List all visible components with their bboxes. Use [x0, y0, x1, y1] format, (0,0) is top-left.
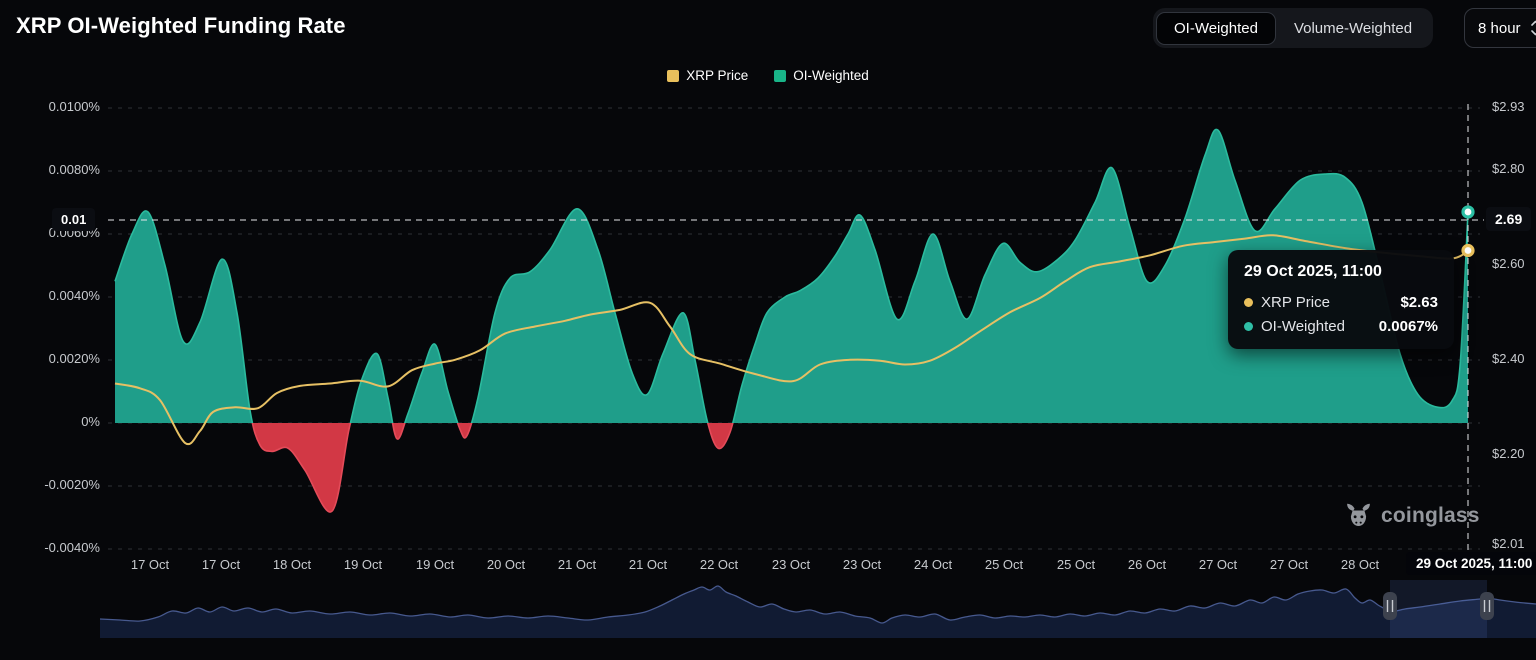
funding-axis-tick: 0%	[0, 414, 100, 429]
funding-axis-tick: 0.0020%	[0, 351, 100, 366]
tooltip-value: $2.63	[1400, 294, 1438, 311]
funding-axis-tick: -0.0040%	[0, 540, 100, 555]
funding-axis-tick: -0.0020%	[0, 477, 100, 492]
funding-rate-page: XRP OI-Weighted Funding Rate OI-Weighted…	[0, 0, 1536, 660]
coinglass-bull-icon	[1345, 502, 1372, 529]
coinglass-watermark: coinglass	[1345, 502, 1480, 529]
coinglass-watermark-text: coinglass	[1381, 504, 1480, 528]
crosshair-funding-badge: 0.01	[52, 208, 95, 231]
oi-weighted-marker	[1463, 207, 1473, 217]
price-axis-tick: $2.20	[1492, 446, 1525, 461]
tooltip-timestamp: 29 Oct 2025, 11:00	[1244, 263, 1438, 281]
navigator-handle-right[interactable]	[1480, 592, 1494, 620]
navigator-selection[interactable]	[1390, 580, 1487, 638]
tooltip-label: XRP Price	[1261, 294, 1330, 311]
price-axis-tick: $2.40	[1492, 351, 1525, 366]
xrp-price-dot	[1244, 298, 1253, 307]
crosshair-time-badge: 29 Oct 2025, 11:00	[1406, 552, 1536, 575]
price-axis-tick: $2.80	[1492, 161, 1525, 176]
tooltip-row-xrp-price: XRP Price $2.63	[1244, 294, 1438, 311]
tooltip-label: OI-Weighted	[1261, 318, 1345, 335]
funding-axis-tick: 0.0100%	[0, 99, 100, 114]
crosshair-price-badge: 2.69	[1486, 207, 1531, 231]
navigator-handle-left[interactable]	[1383, 592, 1397, 620]
oi-weighted-dot	[1244, 322, 1253, 331]
price-axis-tick: $2.01	[1492, 536, 1525, 551]
chart-tooltip: 29 Oct 2025, 11:00 XRP Price $2.63 OI-We…	[1228, 250, 1454, 349]
funding-axis-tick: 0.0040%	[0, 288, 100, 303]
tooltip-value: 0.0067%	[1379, 318, 1438, 335]
time-axis-tick: 28 Oct	[1315, 557, 1405, 572]
funding-axis-tick: 0.0080%	[0, 162, 100, 177]
xrp-price-marker	[1463, 246, 1473, 256]
tooltip-row-oi-weighted: OI-Weighted 0.0067%	[1244, 318, 1438, 335]
price-axis-tick: $2.93	[1492, 99, 1525, 114]
price-axis-tick: $2.60	[1492, 256, 1525, 271]
